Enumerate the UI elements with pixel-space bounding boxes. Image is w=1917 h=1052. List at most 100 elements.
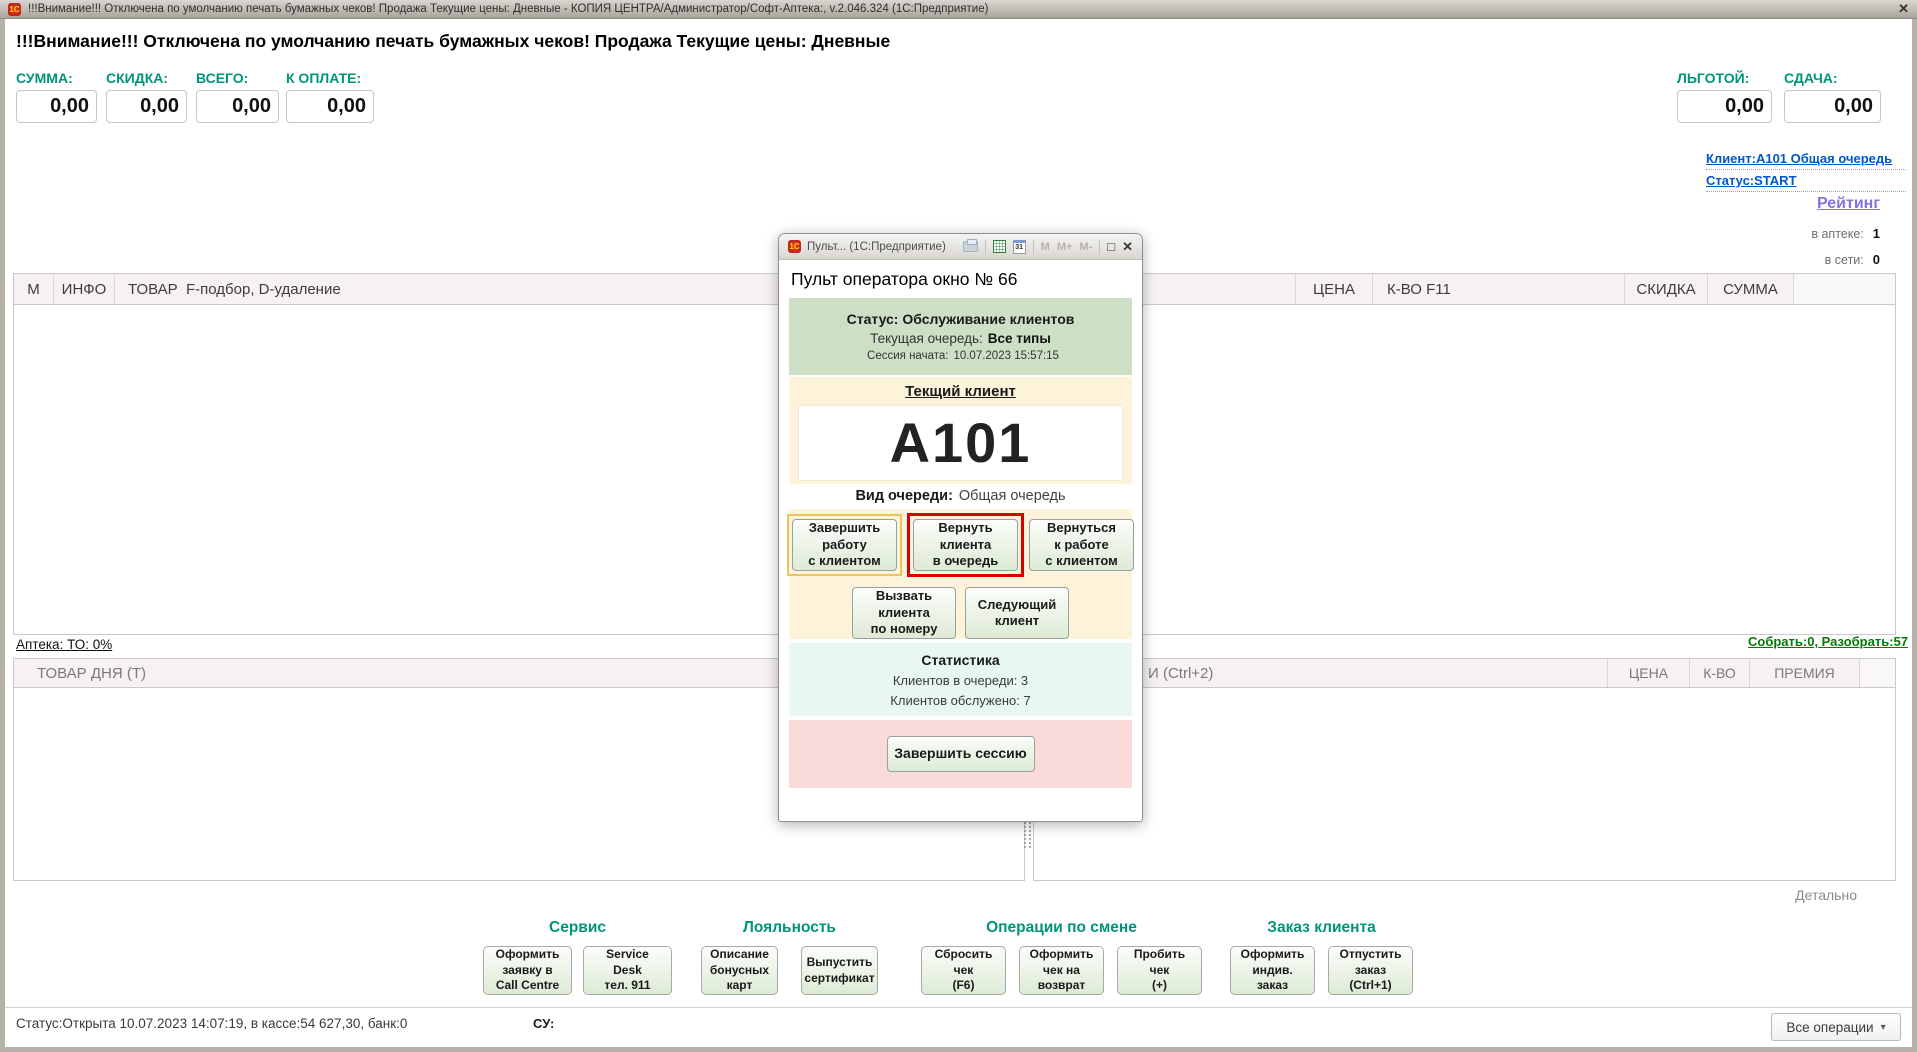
counter-value: 0 — [1872, 252, 1880, 267]
promo-table: И (Ctrl+2) ЦЕНА К-ВО ПРЕМИЯ — [1033, 658, 1896, 881]
queue-type-line: Вид очереди: Общая очередь — [788, 483, 1133, 509]
call-centre-request-button[interactable]: Оформить заявку в Call Centre — [483, 946, 572, 995]
current-client-panel: Текщий клиент А101 Вид очереди: Общая оче… — [787, 377, 1134, 639]
individual-order-button[interactable]: Оформить индив. заказ — [1230, 946, 1315, 995]
close-icon[interactable]: ✕ — [1122, 239, 1133, 255]
client-number: А101 — [889, 411, 1032, 475]
column-header-price: ЦЕНА — [1607, 659, 1689, 687]
counter-in-pharmacy: в аптеке: 1 — [1811, 226, 1880, 241]
promo-table-header: И (Ctrl+2) ЦЕНА К-ВО ПРЕМИЯ — [1033, 658, 1896, 688]
group-buttons: Оформить заявку в Call Centre Service De… — [483, 946, 672, 995]
current-queue-line: Текущая очередь: Все типы — [870, 331, 1051, 346]
total-label: СКИДКА: — [106, 70, 169, 86]
next-client-button[interactable]: Следующий клиент — [965, 587, 1069, 639]
all-operations-label: Все операции — [1786, 1019, 1874, 1035]
total-label: СДАЧА: — [1784, 70, 1838, 86]
action-group-client-order: Заказ клиента Оформить индив. заказ Отпу… — [1230, 919, 1413, 995]
pane-splitter-handle[interactable] — [1024, 822, 1031, 848]
total-field-skidka: СКИДКА: 0,00 — [106, 70, 187, 123]
toolbar-separator — [1032, 239, 1034, 254]
total-value-input[interactable]: 0,00 — [1784, 90, 1881, 123]
return-client-button[interactable]: Вернуть клиента в очередь — [913, 519, 1018, 571]
window-title: !!!Внимание!!! Отключена по умолчанию пе… — [28, 3, 989, 15]
print-receipt-button[interactable]: Пробить чек (+) — [1117, 946, 1202, 995]
return-receipt-button[interactable]: Оформить чек на возврат — [1019, 946, 1104, 995]
calendar-day-label: 31 — [1015, 244, 1024, 251]
action-group-service: Сервис Оформить заявку в Call Centre Ser… — [483, 919, 672, 995]
counter-label: в аптеке: — [1811, 227, 1864, 241]
rating-link[interactable]: Рейтинг — [1817, 195, 1880, 213]
highlight-outline: Вернуть клиента в очередь — [907, 513, 1024, 577]
back-to-work-button[interactable]: Вернуться к работе с клиентом — [1029, 519, 1134, 571]
queue-type-value: Общая очередь — [958, 488, 1066, 505]
promo-table-body[interactable] — [1033, 688, 1896, 881]
session-start-line: Сессия начата: 10.07.2023 15:57:15 — [862, 350, 1059, 362]
maximize-icon[interactable]: □ — [1107, 239, 1115, 254]
warning-banner: !!!Внимание!!! Отключена по умолчанию пе… — [16, 31, 891, 51]
total-field-summa: СУММА: 0,00 — [16, 70, 97, 123]
collect-link[interactable]: Собрать:0, Разобрать:57 — [1748, 634, 1908, 649]
column-header-bonus: ПРЕМИЯ — [1749, 659, 1859, 687]
total-label: СУММА: — [16, 70, 73, 86]
total-label: ЛЬГОТОЙ: — [1677, 70, 1750, 86]
finish-client-button[interactable]: Завершить работу с клиентом — [792, 519, 897, 571]
session-value: 10.07.2023 15:57:15 — [953, 350, 1059, 362]
release-order-button[interactable]: Отпустить заказ (Ctrl+1) — [1328, 946, 1413, 995]
calculator-icon[interactable] — [992, 240, 1006, 253]
column-header-info: ИНФО — [54, 274, 115, 304]
queue-type-label: Вид очереди: — [855, 488, 953, 505]
dialog-titlebar[interactable]: 1С Пульт... (1С:Предприятие) 31 M M+ M- … — [779, 234, 1142, 260]
client-actions-row: Завершить работу с клиентом Вернуть клие… — [787, 513, 1134, 577]
total-label: К ОПЛАТЕ: — [286, 70, 362, 86]
group-buttons: Оформить индив. заказ Отпустить заказ (C… — [1230, 946, 1413, 995]
reset-receipt-button[interactable]: Сбросить чек (F6) — [921, 946, 1006, 995]
end-session-button[interactable]: Завершить сессию — [886, 736, 1035, 772]
statistics-panel: Статистика Клиентов в очереди: 3 Клиенто… — [789, 643, 1132, 716]
status-link[interactable]: Статус:START — [1706, 173, 1797, 188]
total-value-input[interactable]: 0,00 — [286, 90, 374, 123]
total-field-vsego: ВСЕГО: 0,00 — [196, 70, 279, 123]
print-icon[interactable] — [962, 239, 978, 252]
counter-label: в сети: — [1824, 253, 1864, 267]
pharmacy-to-link[interactable]: Аптека: ТО: 0% — [16, 637, 112, 652]
dialog-title: Пульт... (1С:Предприятие) — [807, 240, 946, 253]
issue-certificate-button[interactable]: Выпустить сертификат — [801, 946, 878, 995]
queue-links: Клиент:А101 Общая очередь Статус:START — [1706, 150, 1906, 194]
group-buttons: Сбросить чек (F6) Оформить чек на возвра… — [921, 946, 1202, 995]
memory-minus-button[interactable]: M- — [1079, 241, 1092, 253]
toolbar-separator — [1099, 239, 1101, 254]
dialog-heading: Пульт оператора окно № 66 — [791, 269, 1018, 289]
total-label: ВСЕГО: — [196, 70, 249, 86]
session-status-panel: Статус: Обслуживание клиентов Текущая оч… — [789, 298, 1132, 375]
client-link[interactable]: Клиент:А101 Общая очередь — [1706, 151, 1892, 166]
total-value-input[interactable]: 0,00 — [16, 90, 97, 123]
column-header-qty: К-ВО F11 — [1373, 274, 1625, 304]
chevron-down-icon: ▾ — [1880, 1021, 1886, 1033]
close-icon[interactable]: ✕ — [1898, 1, 1909, 17]
operator-console-dialog: 1С Пульт... (1С:Предприятие) 31 M M+ M- … — [778, 233, 1143, 822]
column-header-price: ЦЕНА — [1296, 274, 1373, 304]
total-value-input[interactable]: 0,00 — [196, 90, 279, 123]
bonus-cards-info-button[interactable]: Описание бонусных карт — [701, 946, 778, 995]
call-by-number-button[interactable]: Вызвать клиента по номеру — [852, 587, 956, 639]
memory-plus-button[interactable]: M+ — [1057, 241, 1073, 253]
all-operations-button[interactable]: Все операции ▾ — [1771, 1013, 1901, 1041]
status-line: Статус: Обслуживание клиентов — [846, 311, 1075, 327]
group-title: Заказ клиента — [1267, 919, 1376, 936]
toolbar-separator — [984, 239, 986, 254]
clients-served: Клиентов обслужено: 7 — [890, 692, 1031, 708]
group-title: Сервис — [549, 919, 606, 936]
memory-button[interactable]: M — [1041, 241, 1050, 253]
service-desk-button[interactable]: Service Desk тел. 911 — [583, 946, 672, 995]
total-field-lgotoy: ЛЬГОТОЙ: 0,00 — [1677, 70, 1772, 123]
total-value-input[interactable]: 0,00 — [1677, 90, 1772, 123]
column-header-scroll-strip — [1859, 659, 1895, 687]
calendar-icon[interactable]: 31 — [1012, 239, 1026, 254]
column-header-scroll-strip — [1794, 274, 1895, 304]
clients-in-queue: Клиентов в очереди: 3 — [892, 672, 1029, 688]
column-header-sum: СУММА — [1708, 274, 1794, 304]
queue-label: Текущая очередь: — [870, 331, 983, 346]
group-title: Операции по смене — [986, 919, 1137, 936]
details-label: Детально — [1795, 887, 1857, 903]
total-value-input[interactable]: 0,00 — [106, 90, 187, 123]
